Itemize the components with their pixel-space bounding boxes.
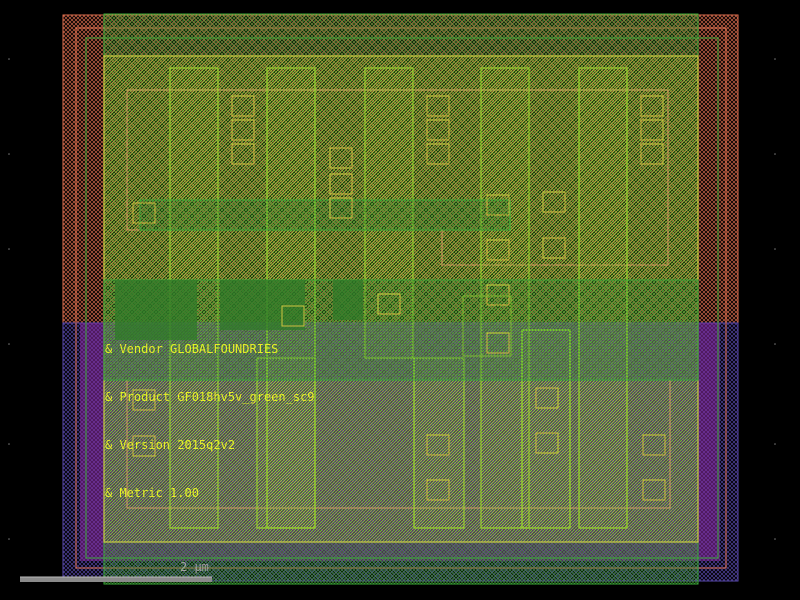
diffusion-band-upper	[139, 199, 511, 231]
annotation-vendor: & Vendor GLOBALFOUNDRIES	[105, 342, 278, 356]
scale-bar-label: 2 µm	[180, 560, 209, 574]
annotation-product: & Product GF018hv5v_green_sc9	[105, 390, 315, 404]
annotation-version: & Version 2015q2v2	[105, 438, 235, 452]
layout-viewport[interactable]: & Vendor GLOBALFOUNDRIES & Product GF018…	[0, 0, 800, 600]
annotation-metric: & Metric 1.00	[105, 486, 199, 500]
